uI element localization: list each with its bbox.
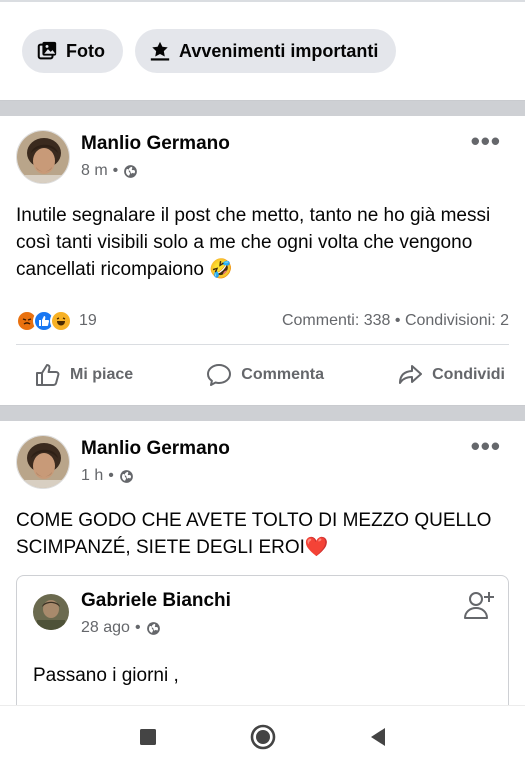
composer-chips: Foto Avvenimenti importanti xyxy=(0,2,525,100)
events-chip-label: Avvenimenti importanti xyxy=(178,40,379,61)
home-button[interactable] xyxy=(249,723,277,751)
circle-icon xyxy=(250,724,275,750)
comment-button[interactable]: Commenta xyxy=(205,361,324,389)
recents-button[interactable] xyxy=(139,728,157,746)
meta-dot: • xyxy=(134,619,141,636)
post-header: Manlio Germano 1 h • ••• xyxy=(16,421,509,499)
back-button[interactable] xyxy=(369,727,387,747)
post-2: Manlio Germano 1 h • ••• COME GODO CHE A… xyxy=(0,421,525,705)
globe-icon xyxy=(119,469,133,483)
add-friend-icon[interactable] xyxy=(462,588,496,622)
reaction-count: 19 xyxy=(79,311,97,329)
share-button[interactable]: Condividi xyxy=(396,361,505,389)
events-chip-button[interactable]: Avvenimenti importanti xyxy=(134,29,397,73)
shared-time[interactable]: 28 ago xyxy=(81,619,130,637)
post-author[interactable]: Manlio Germano xyxy=(81,133,509,155)
post-meta: 8 m • xyxy=(81,162,509,180)
shared-text: Passano i giorni , xyxy=(33,665,179,686)
photo-icon xyxy=(37,41,57,60)
shared-post-header: Gabriele Bianchi 28 ago • xyxy=(33,590,492,637)
meta-dot: • xyxy=(108,467,114,484)
like-button[interactable]: Mi piace xyxy=(34,361,133,389)
haha-reaction-icon xyxy=(50,309,72,332)
feed-separator xyxy=(0,100,525,116)
more-dots-icon[interactable]: ••• xyxy=(471,433,501,459)
reactions-summary[interactable]: 19 xyxy=(16,309,97,332)
share-arrow-icon xyxy=(399,365,423,384)
globe-icon xyxy=(124,164,138,178)
share-label: Condividi xyxy=(432,366,505,383)
thumbs-up-icon xyxy=(36,364,60,386)
post-text: Inutile segnalare il post che metto, tan… xyxy=(16,205,491,280)
like-label: Mi piace xyxy=(70,366,134,383)
more-dots-icon[interactable]: ••• xyxy=(471,128,501,154)
post-actions: Mi piace Commenta Condividi xyxy=(16,345,509,405)
shared-author[interactable]: Gabriele Bianchi xyxy=(81,590,231,612)
square-icon xyxy=(139,729,156,745)
globe-icon xyxy=(146,621,160,635)
post-meta: 1 h • xyxy=(81,467,509,485)
post-time[interactable]: 8 m xyxy=(81,162,108,180)
system-navigation-bar xyxy=(0,705,525,768)
meta-dot: • xyxy=(112,162,119,179)
post-header: Manlio Germano 8 m • ••• xyxy=(16,116,509,194)
shared-meta: 28 ago • xyxy=(81,619,231,637)
shared-post[interactable]: Gabriele Bianchi 28 ago • Passano i gior… xyxy=(16,575,509,705)
photo-chip-label: Foto xyxy=(66,40,105,61)
comments-shares-count[interactable]: Commenti: 338 • Condivisioni: 2 xyxy=(282,312,509,330)
shared-avatar[interactable] xyxy=(33,594,69,630)
post-time[interactable]: 1 h xyxy=(81,467,103,485)
photo-chip-button[interactable]: Foto xyxy=(22,29,123,73)
post-author[interactable]: Manlio Germano xyxy=(81,438,509,460)
post-text: COME GODO CHE AVETE TOLTO DI MEZZO QUELL… xyxy=(16,510,492,558)
star-flag-icon xyxy=(150,41,170,61)
triangle-back-icon xyxy=(370,728,385,746)
avatar[interactable] xyxy=(16,435,70,489)
comment-bubble-icon xyxy=(207,364,232,386)
post-1: Manlio Germano 8 m • ••• Inutile segnala… xyxy=(0,116,525,405)
post-stats: 19 Commenti: 338 • Condivisioni: 2 xyxy=(16,283,509,345)
comment-label: Commenta xyxy=(241,366,324,383)
feed-separator xyxy=(0,405,525,421)
avatar[interactable] xyxy=(16,130,70,184)
